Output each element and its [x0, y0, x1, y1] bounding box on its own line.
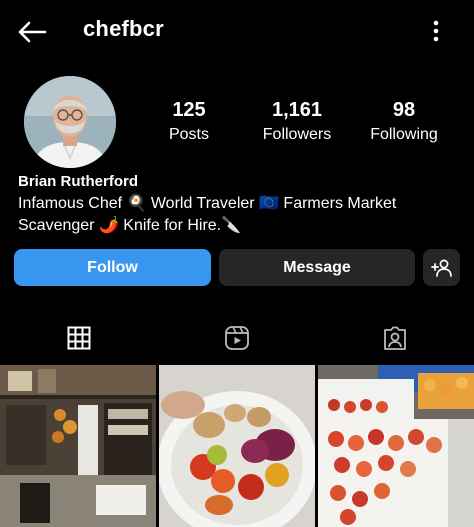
top-bar: chefbcr [0, 0, 474, 60]
suggested-users-button[interactable] [423, 249, 460, 286]
profile-username: chefbcr [83, 16, 164, 41]
post-thumbnail[interactable] [0, 365, 156, 527]
following-count[interactable]: 98 Following [349, 98, 459, 148]
more-vertical-icon [433, 20, 439, 42]
reels-icon [225, 326, 249, 350]
grid-icon [67, 326, 91, 350]
followers-value: 1,161 [271, 99, 323, 121]
profile-photo [24, 76, 116, 168]
followers-count[interactable]: 1,161 Followers [242, 98, 352, 148]
peach-crates-image [318, 365, 474, 527]
posts-label: Posts [168, 126, 209, 143]
avatar[interactable] [24, 76, 116, 168]
message-button[interactable]: Message [219, 249, 415, 286]
add-user-icon [430, 259, 452, 277]
bio-line-2: Scavenger 🌶️ Knife for Hire.🔪 [18, 217, 242, 234]
tagged-icon [384, 326, 406, 350]
posts-grid [0, 365, 474, 527]
more-options-button[interactable] [424, 16, 448, 46]
arrow-left-icon [18, 21, 47, 43]
follow-button[interactable]: Follow [14, 249, 211, 286]
profile-name: Brian Rutherford [18, 173, 138, 190]
tab-tagged[interactable] [316, 315, 474, 361]
back-button[interactable] [14, 14, 50, 50]
market-shop-image [0, 365, 156, 527]
followers-label: Followers [262, 126, 332, 143]
profile-tabs [0, 315, 474, 363]
following-label: Following [370, 126, 438, 143]
tab-posts-grid[interactable] [0, 315, 158, 363]
following-value: 98 [392, 99, 416, 121]
profile-bio: Infamous Chef 🍳 World Traveler 🇪🇺 Farmer… [18, 193, 458, 237]
vegetable-bowl-image [159, 365, 315, 527]
tab-reels[interactable] [158, 315, 316, 361]
posts-value: 125 [172, 99, 206, 121]
post-thumbnail[interactable] [159, 365, 315, 527]
post-thumbnail[interactable] [318, 365, 474, 527]
bio-line-1: Infamous Chef 🍳 World Traveler 🇪🇺 Farmer… [18, 195, 397, 212]
posts-count[interactable]: 125 Posts [134, 98, 244, 148]
